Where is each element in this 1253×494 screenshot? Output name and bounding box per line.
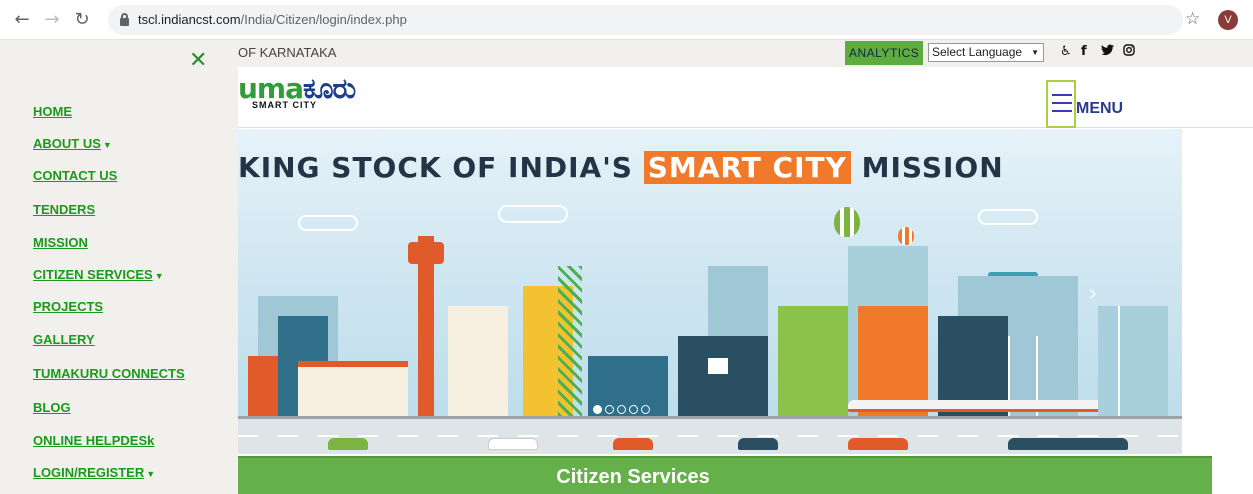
tower-shape — [558, 266, 582, 416]
menu-item-label: GALLERY — [33, 332, 95, 347]
menu-item-label: ABOUT US — [33, 136, 101, 151]
building-shape — [778, 306, 848, 416]
headline-pre: KING STOCK OF INDIA'S — [238, 151, 644, 184]
train-shape — [848, 400, 1098, 412]
wind-turbine-shape — [1118, 306, 1120, 416]
hamburger-menu-icon[interactable] — [1046, 80, 1076, 128]
menu-item-tumakuru-connects[interactable]: TUMAKURU CONNECTS — [33, 366, 185, 381]
menu-item-label: TENDERS — [33, 202, 96, 217]
truck-shape — [848, 438, 908, 450]
reload-icon[interactable]: ↻ — [70, 8, 94, 32]
hot-air-balloon-icon — [898, 227, 914, 245]
url-path: /India/Citizen/login/index.php — [240, 12, 407, 27]
menu-item-about-us[interactable]: ABOUT US ▼ — [33, 136, 112, 151]
car-shape — [488, 438, 538, 450]
govt-text: OF KARNATAKA — [238, 45, 337, 60]
cloud-shape — [298, 215, 358, 231]
hero-banner: KING STOCK OF INDIA'S SMART CITY MISSION — [238, 129, 1182, 454]
building-shape — [298, 361, 408, 416]
menu-item-label: BLOG — [33, 400, 71, 415]
slider-dot[interactable] — [629, 405, 638, 414]
menu-item-tenders[interactable]: TENDERS — [33, 202, 95, 217]
hot-air-balloon-icon — [834, 207, 860, 237]
citizen-services-title: Citizen Services — [556, 466, 710, 488]
tower-shape — [408, 242, 444, 264]
slider-dots[interactable] — [593, 401, 653, 419]
building-shape — [248, 356, 278, 416]
car-shape — [738, 438, 778, 450]
menu-item-mission[interactable]: MISSION — [33, 235, 88, 250]
menu-item-label: HOME — [33, 104, 72, 119]
lock-icon — [120, 13, 129, 26]
side-menu: ✕ HOME ABOUT US ▼ CONTACT US TENDERS MISS… — [0, 40, 238, 494]
address-bar[interactable]: tscl.indiancst.com/India/Citizen/login/i… — [108, 5, 1183, 35]
forward-arrow-icon[interactable]: → — [40, 8, 64, 32]
cloud-shape — [498, 205, 568, 223]
menu-item-online-helpdesk[interactable]: ONLINE HELPDESk — [33, 433, 154, 448]
building-shape — [448, 306, 508, 416]
caret-down-icon: ▼ — [102, 140, 112, 150]
menu-item-login-register[interactable]: LOGIN/REGISTER ▼ — [33, 465, 155, 480]
menu-item-gallery[interactable]: GALLERY — [33, 332, 95, 347]
slider-next-icon[interactable]: › — [1088, 279, 1098, 307]
building-shape — [708, 358, 728, 374]
menu-item-label: TUMAKURU CONNECTS — [33, 366, 185, 381]
chevron-down-icon: ▼ — [1031, 48, 1039, 57]
building-shape — [1098, 306, 1168, 416]
menu-item-label: MISSION — [33, 235, 88, 250]
menu-item-home[interactable]: HOME — [33, 104, 72, 119]
menu-item-citizen-services[interactable]: CITIZEN SERVICES ▼ — [33, 267, 164, 282]
analytics-button[interactable]: ANALYTICS — [845, 41, 924, 65]
menu-item-label: PROJECTS — [33, 299, 104, 314]
slider-dot[interactable] — [617, 405, 626, 414]
slider-dot[interactable] — [593, 405, 602, 414]
accessibility-icon[interactable]: ♿︎ — [1060, 44, 1072, 59]
road-shape — [238, 416, 1182, 454]
browser-toolbar: ← → ↻ tscl.indiancst.com/India/Citizen/l… — [0, 0, 1253, 40]
cloud-shape — [978, 209, 1038, 225]
site-logo[interactable]: umaಕೂರು SMART CITY — [238, 75, 356, 111]
back-arrow-icon[interactable]: ← — [10, 8, 34, 32]
caret-down-icon: ▼ — [154, 271, 164, 281]
headline-post: MISSION — [850, 151, 1004, 184]
close-icon[interactable]: ✕ — [189, 48, 207, 73]
url-host: tscl.indiancst.com — [138, 12, 241, 27]
building-shape — [678, 336, 768, 416]
language-select[interactable]: Select Language ▼ — [928, 43, 1044, 62]
twitter-icon[interactable] — [1101, 44, 1114, 60]
menu-label[interactable]: MENU — [1076, 100, 1123, 118]
language-select-label: Select Language — [932, 45, 1023, 59]
bookmark-star-icon[interactable]: ☆ — [1185, 9, 1200, 29]
menu-item-label: ONLINE HELPDESk — [33, 433, 155, 448]
citizen-services-header: Citizen Services — [238, 456, 1212, 494]
menu-item-label: CITIZEN SERVICES — [33, 267, 153, 282]
bus-shape — [1008, 438, 1128, 450]
menu-item-contact-us[interactable]: CONTACT US — [33, 168, 117, 183]
menu-item-label: LOGIN/REGISTER — [33, 465, 145, 480]
url-text: tscl.indiancst.com/India/Citizen/login/i… — [138, 12, 407, 27]
profile-avatar[interactable]: V — [1218, 10, 1238, 30]
menu-item-label: CONTACT US — [33, 168, 118, 183]
headline-highlight: SMART CITY — [643, 151, 851, 184]
banner-headline: KING STOCK OF INDIA'S SMART CITY MISSION — [238, 151, 1004, 184]
slider-dot[interactable] — [641, 405, 650, 414]
slider-dot[interactable] — [605, 405, 614, 414]
car-shape — [613, 438, 653, 450]
car-shape — [328, 438, 368, 450]
caret-down-icon: ▼ — [146, 469, 156, 479]
instagram-icon[interactable] — [1123, 44, 1135, 60]
menu-item-blog[interactable]: BLOG — [33, 400, 71, 415]
facebook-icon[interactable]: f — [1081, 44, 1087, 59]
menu-item-projects[interactable]: PROJECTS — [33, 299, 103, 314]
